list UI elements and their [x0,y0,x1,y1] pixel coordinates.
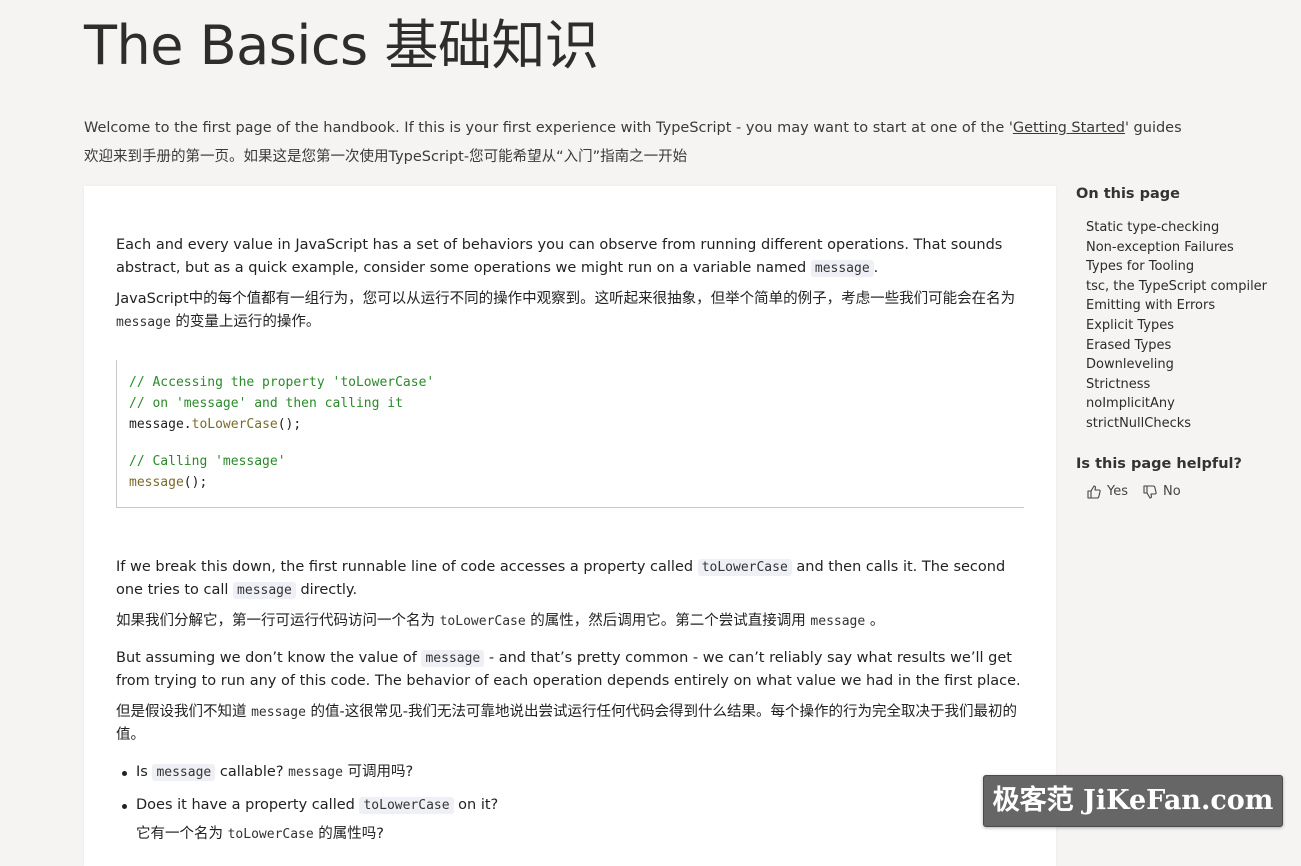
toc-list: Static type-checking Non-exception Failu… [1086,218,1286,434]
list-item: Does it have a property called toLowerCa… [122,794,1024,846]
toc-item[interactable]: Erased Types [1086,336,1286,356]
yes-button[interactable]: Yes [1086,484,1128,500]
toc-heading: On this page [1076,186,1180,202]
inline-code: message [810,614,866,629]
paragraph-1: Each and every value in JavaScript has a… [116,237,1003,277]
paragraph-3-zh: 但是假设我们不知道 message 的值-这很常见-我们无法可靠地说出尝试运行任… [116,704,1017,743]
code-line: message.toLowerCase(); [129,417,302,432]
article-card: Each and every value in JavaScript has a… [84,186,1056,866]
list-item-zh: 它有一个名为 toLowerCase 的属性吗? [136,826,385,842]
question-list: Is message callable? message 可调用吗? Does … [116,761,1024,846]
inline-code: message [116,315,171,330]
inline-code: toLowerCase [439,614,526,629]
no-button[interactable]: No [1142,484,1181,500]
intro: Welcome to the first page of the handboo… [84,118,1224,176]
inline-code: message [421,650,485,667]
inline-code: message [251,705,306,720]
toc-item[interactable]: Non-exception Failures [1086,238,1286,258]
toc-item[interactable]: Types for Tooling [1086,257,1286,277]
table-of-contents: On this page Static type-checking Non-ex… [1076,186,1286,500]
thumbs-up-icon [1087,484,1101,499]
getting-started-link[interactable]: Getting Started [1013,120,1125,136]
helpful-heading: Is this page helpful? [1076,455,1242,472]
article-content: Each and every value in JavaScript has a… [116,234,1024,856]
list-item: Is message callable? message 可调用吗? [122,761,1024,784]
inline-code: toLowerCase [359,797,454,814]
page-title: The Basics 基础知识 [84,14,599,77]
code-line: message(); [129,475,208,490]
inline-code: toLowerCase [227,827,314,842]
toc-item[interactable]: strictNullChecks [1086,414,1286,434]
toc-item[interactable]: noImplicitAny [1086,394,1286,414]
code-line: // on 'message' and then calling it [129,396,403,411]
inline-code: message [233,582,296,599]
toc-item[interactable]: Static type-checking [1086,218,1286,238]
toc-item[interactable]: Explicit Types [1086,316,1286,336]
inline-code: message [810,260,874,277]
toc-item[interactable]: Emitting with Errors [1086,296,1286,316]
toc-item[interactable]: Downleveling [1086,355,1286,375]
intro-text-zh: 欢迎来到手册的第一页。如果这是您第一次使用TypeScript-您可能希望从“入… [84,149,688,165]
paragraph-1-zh: JavaScript中的每个值都有一组行为，您可以从运行不同的操作中观察到。这听… [116,291,1016,330]
paragraph-2: If we break this down, the first runnabl… [116,559,1006,599]
code-block[interactable]: // Accessing the property 'toLowerCase' … [116,360,1024,508]
code-line: // Accessing the property 'toLowerCase' [129,375,435,390]
toc-item[interactable]: Strictness [1086,375,1286,395]
toc-item[interactable]: tsc, the TypeScript compiler [1086,277,1286,297]
code-line: // Calling 'message' [129,454,286,469]
paragraph-3: But assuming we don’t know the value of … [116,650,1021,689]
intro-text: Welcome to the first page of the handboo… [84,120,1182,136]
inline-code: message [288,765,343,780]
inline-code: toLowerCase [697,559,792,576]
thumbs-down-icon [1143,484,1157,499]
feedback-buttons: Yes No [1086,484,1286,500]
watermark-logo: 极客范 JiKeFan.com [983,775,1283,827]
inline-code: message [152,764,216,781]
paragraph-2-zh: 如果我们分解它，第一行可运行代码访问一个名为 toLowerCase 的属性，然… [116,613,885,629]
